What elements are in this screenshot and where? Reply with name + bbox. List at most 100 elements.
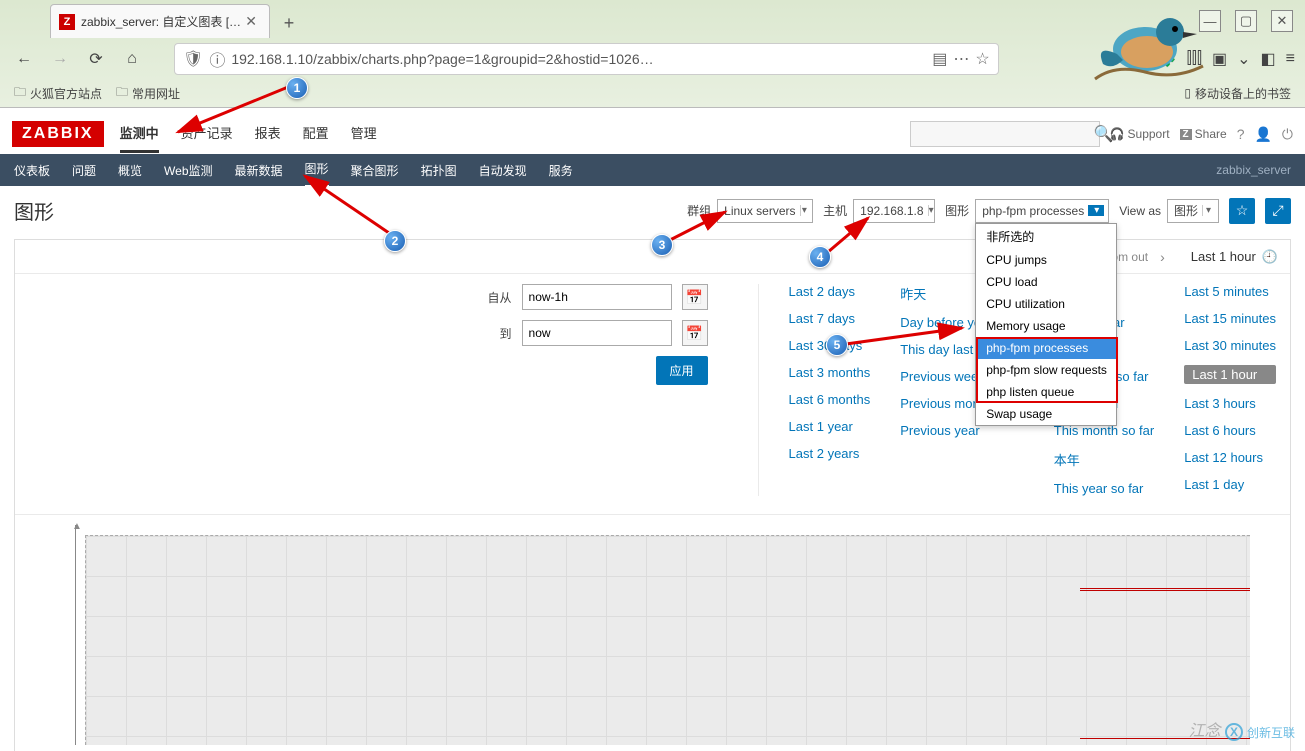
page-content: ZABBIX 监测中资产记录报表配置管理 🔍 🎧Support ZShare ?… — [0, 108, 1305, 751]
from-input[interactable] — [522, 284, 672, 310]
menu-icon[interactable]: ≡ — [1286, 50, 1295, 68]
reload-button[interactable]: ⟳ — [82, 45, 110, 73]
time-preset-link[interactable]: Last 1 day — [1184, 477, 1276, 492]
favorite-button[interactable]: ☆ — [1229, 198, 1255, 224]
reader-icon[interactable]: ▤ — [932, 49, 947, 69]
chevron-right-icon[interactable]: › — [1154, 249, 1171, 265]
sub-menu-item[interactable]: 聚合图形 — [351, 154, 399, 187]
time-preset-link[interactable]: Last 2 years — [789, 446, 871, 461]
time-preset-link[interactable]: Last 6 hours — [1184, 423, 1276, 438]
graph-option[interactable]: Memory usage — [976, 315, 1116, 337]
calendar-icon[interactable]: 📅 — [682, 284, 708, 310]
support-link[interactable]: 🎧Support — [1110, 127, 1170, 141]
extensions-icon[interactable]: 🧩 — [1157, 49, 1177, 69]
support-label: Support — [1128, 127, 1170, 141]
power-icon[interactable]: ⏻ — [1282, 126, 1293, 143]
back-button[interactable]: ← — [10, 45, 38, 73]
browser-tab[interactable]: Z zabbix_server: 自定义图表 [每… ✕ — [50, 4, 270, 38]
toolbar-icons: 🧩 ⫿⫿⫿ ▣ ⌄ ◧ ≡ — [1157, 49, 1295, 69]
url-input[interactable] — [231, 51, 926, 67]
time-preset-link[interactable]: Last 30 minutes — [1184, 338, 1276, 353]
group-value: Linux servers — [724, 204, 795, 218]
browser-toolbar: ← → ⟳ ⌂ 🛡 ⓘ ▤ ⋯ ☆ 🧩 ⫿⫿⫿ ▣ ⌄ ◧ ≡ — [0, 38, 1305, 80]
calendar-icon[interactable]: 📅 — [682, 320, 708, 346]
graph-dropdown[interactable]: 非所选的CPU jumpsCPU loadCPU utilizationMemo… — [975, 223, 1117, 426]
chart-plot[interactable] — [85, 535, 1250, 745]
graph-option[interactable]: 非所选的 — [976, 224, 1116, 249]
sub-menu-item[interactable]: 服务 — [549, 154, 573, 187]
tab-title: zabbix_server: 自定义图表 [每… — [81, 13, 241, 30]
graph-option[interactable]: CPU jumps — [976, 249, 1116, 271]
home-button[interactable]: ⌂ — [118, 45, 146, 73]
graph-option[interactable]: Swap usage — [976, 403, 1116, 425]
top-menu: 监测中资产记录报表配置管理 — [120, 115, 377, 153]
time-preset-link[interactable]: Last 6 months — [789, 392, 871, 407]
search-input[interactable] — [917, 127, 1094, 142]
host-select[interactable]: 192.168.1.8 ▾ — [853, 199, 935, 223]
new-tab-button[interactable]: + — [274, 8, 304, 38]
sub-menu-item[interactable]: 图形 — [305, 152, 329, 188]
close-window-button[interactable]: ✕ — [1271, 10, 1293, 32]
library-icon[interactable]: ⫿⫿⫿ — [1187, 50, 1202, 68]
bookmark-item[interactable]: 🗀常用网址 — [116, 83, 180, 104]
share-link[interactable]: ZShare — [1180, 127, 1227, 141]
user-icon[interactable]: 👤 — [1254, 126, 1271, 143]
time-preset-link[interactable]: Last 15 minutes — [1184, 311, 1276, 326]
top-menu-item[interactable]: 监测中 — [120, 115, 159, 153]
minimize-button[interactable]: — — [1199, 10, 1221, 32]
time-preset-link[interactable]: Last 3 hours — [1184, 396, 1276, 411]
shield-icon[interactable]: 🛡 — [183, 49, 203, 69]
top-menu-item[interactable]: 管理 — [351, 115, 377, 153]
sub-menu-item[interactable]: Web监测 — [164, 154, 212, 187]
graph-option[interactable]: CPU load — [976, 271, 1116, 293]
graph-label: 图形 — [945, 202, 969, 219]
bookmark-star-icon[interactable]: ☆ — [975, 49, 989, 69]
graph-value: php-fpm processes — [982, 204, 1084, 218]
top-menu-item[interactable]: 配置 — [303, 115, 329, 153]
header-search[interactable]: 🔍 — [910, 121, 1100, 147]
time-preset-link[interactable]: Last 5 minutes — [1184, 284, 1276, 299]
forward-button[interactable]: → — [46, 45, 74, 73]
top-menu-item[interactable]: 报表 — [255, 115, 281, 153]
time-preset-link[interactable]: Last 1 year — [789, 419, 871, 434]
pocket-icon[interactable]: ⌄ — [1237, 49, 1250, 69]
to-input[interactable] — [522, 320, 672, 346]
top-menu-item[interactable]: 资产记录 — [181, 115, 233, 153]
sub-menu-item[interactable]: 问题 — [72, 154, 96, 187]
graph-option[interactable]: CPU utilization — [976, 293, 1116, 315]
callout-4: 4 — [809, 246, 831, 268]
info-icon[interactable]: ⓘ — [209, 47, 225, 71]
bookmark-label: 火狐官方站点 — [30, 85, 102, 102]
sub-menu-item[interactable]: 概览 — [118, 154, 142, 187]
sub-menu-item[interactable]: 自动发现 — [479, 154, 527, 187]
maximize-button[interactable]: ▢ — [1235, 10, 1257, 32]
current-range-label: Last 1 hour — [1191, 249, 1256, 264]
time-preset-link[interactable]: 本年 — [1054, 450, 1154, 469]
time-preset-link[interactable]: Last 3 months — [789, 365, 871, 380]
folder-icon: 🗀 — [14, 83, 26, 104]
time-preset-link[interactable]: This year so far — [1054, 481, 1154, 496]
time-preset-link[interactable]: Last 7 days — [789, 311, 871, 326]
fullscreen-button[interactable]: ⤢ — [1265, 198, 1291, 224]
current-range[interactable]: Last 1 hour 🕘 — [1179, 249, 1290, 265]
bookmark-item[interactable]: 🗀火狐官方站点 — [14, 83, 102, 104]
mobile-bookmarks[interactable]: ▯移动设备上的书签 — [1184, 85, 1291, 102]
time-preset-link[interactable]: Last 1 hour — [1184, 365, 1276, 384]
sub-menu-item[interactable]: 最新数据 — [235, 154, 283, 187]
time-preset-link[interactable]: Last 2 days — [789, 284, 871, 299]
zabbix-logo[interactable]: ZABBIX — [12, 121, 104, 147]
sub-menu-item[interactable]: 仪表板 — [14, 154, 50, 187]
sub-menu-item[interactable]: 拓扑图 — [421, 154, 457, 187]
group-select[interactable]: Linux servers ▾ — [717, 199, 813, 223]
viewas-select[interactable]: 图形 ▾ — [1167, 199, 1219, 223]
chevron-down-icon: ▾ — [1202, 205, 1214, 216]
more-icon[interactable]: ⋯ — [953, 49, 969, 69]
url-bar[interactable]: 🛡 ⓘ ▤ ⋯ ☆ — [174, 43, 999, 75]
container-icon[interactable]: ◧ — [1261, 49, 1276, 69]
close-tab-icon[interactable]: ✕ — [241, 13, 261, 30]
apply-button[interactable]: 应用 — [656, 356, 708, 385]
time-preset-link[interactable]: Last 12 hours — [1184, 450, 1276, 465]
sidebar-icon[interactable]: ▣ — [1212, 49, 1227, 69]
help-icon[interactable]: ? — [1237, 126, 1245, 142]
graph-select[interactable]: php-fpm processes ▾ — [975, 199, 1109, 223]
